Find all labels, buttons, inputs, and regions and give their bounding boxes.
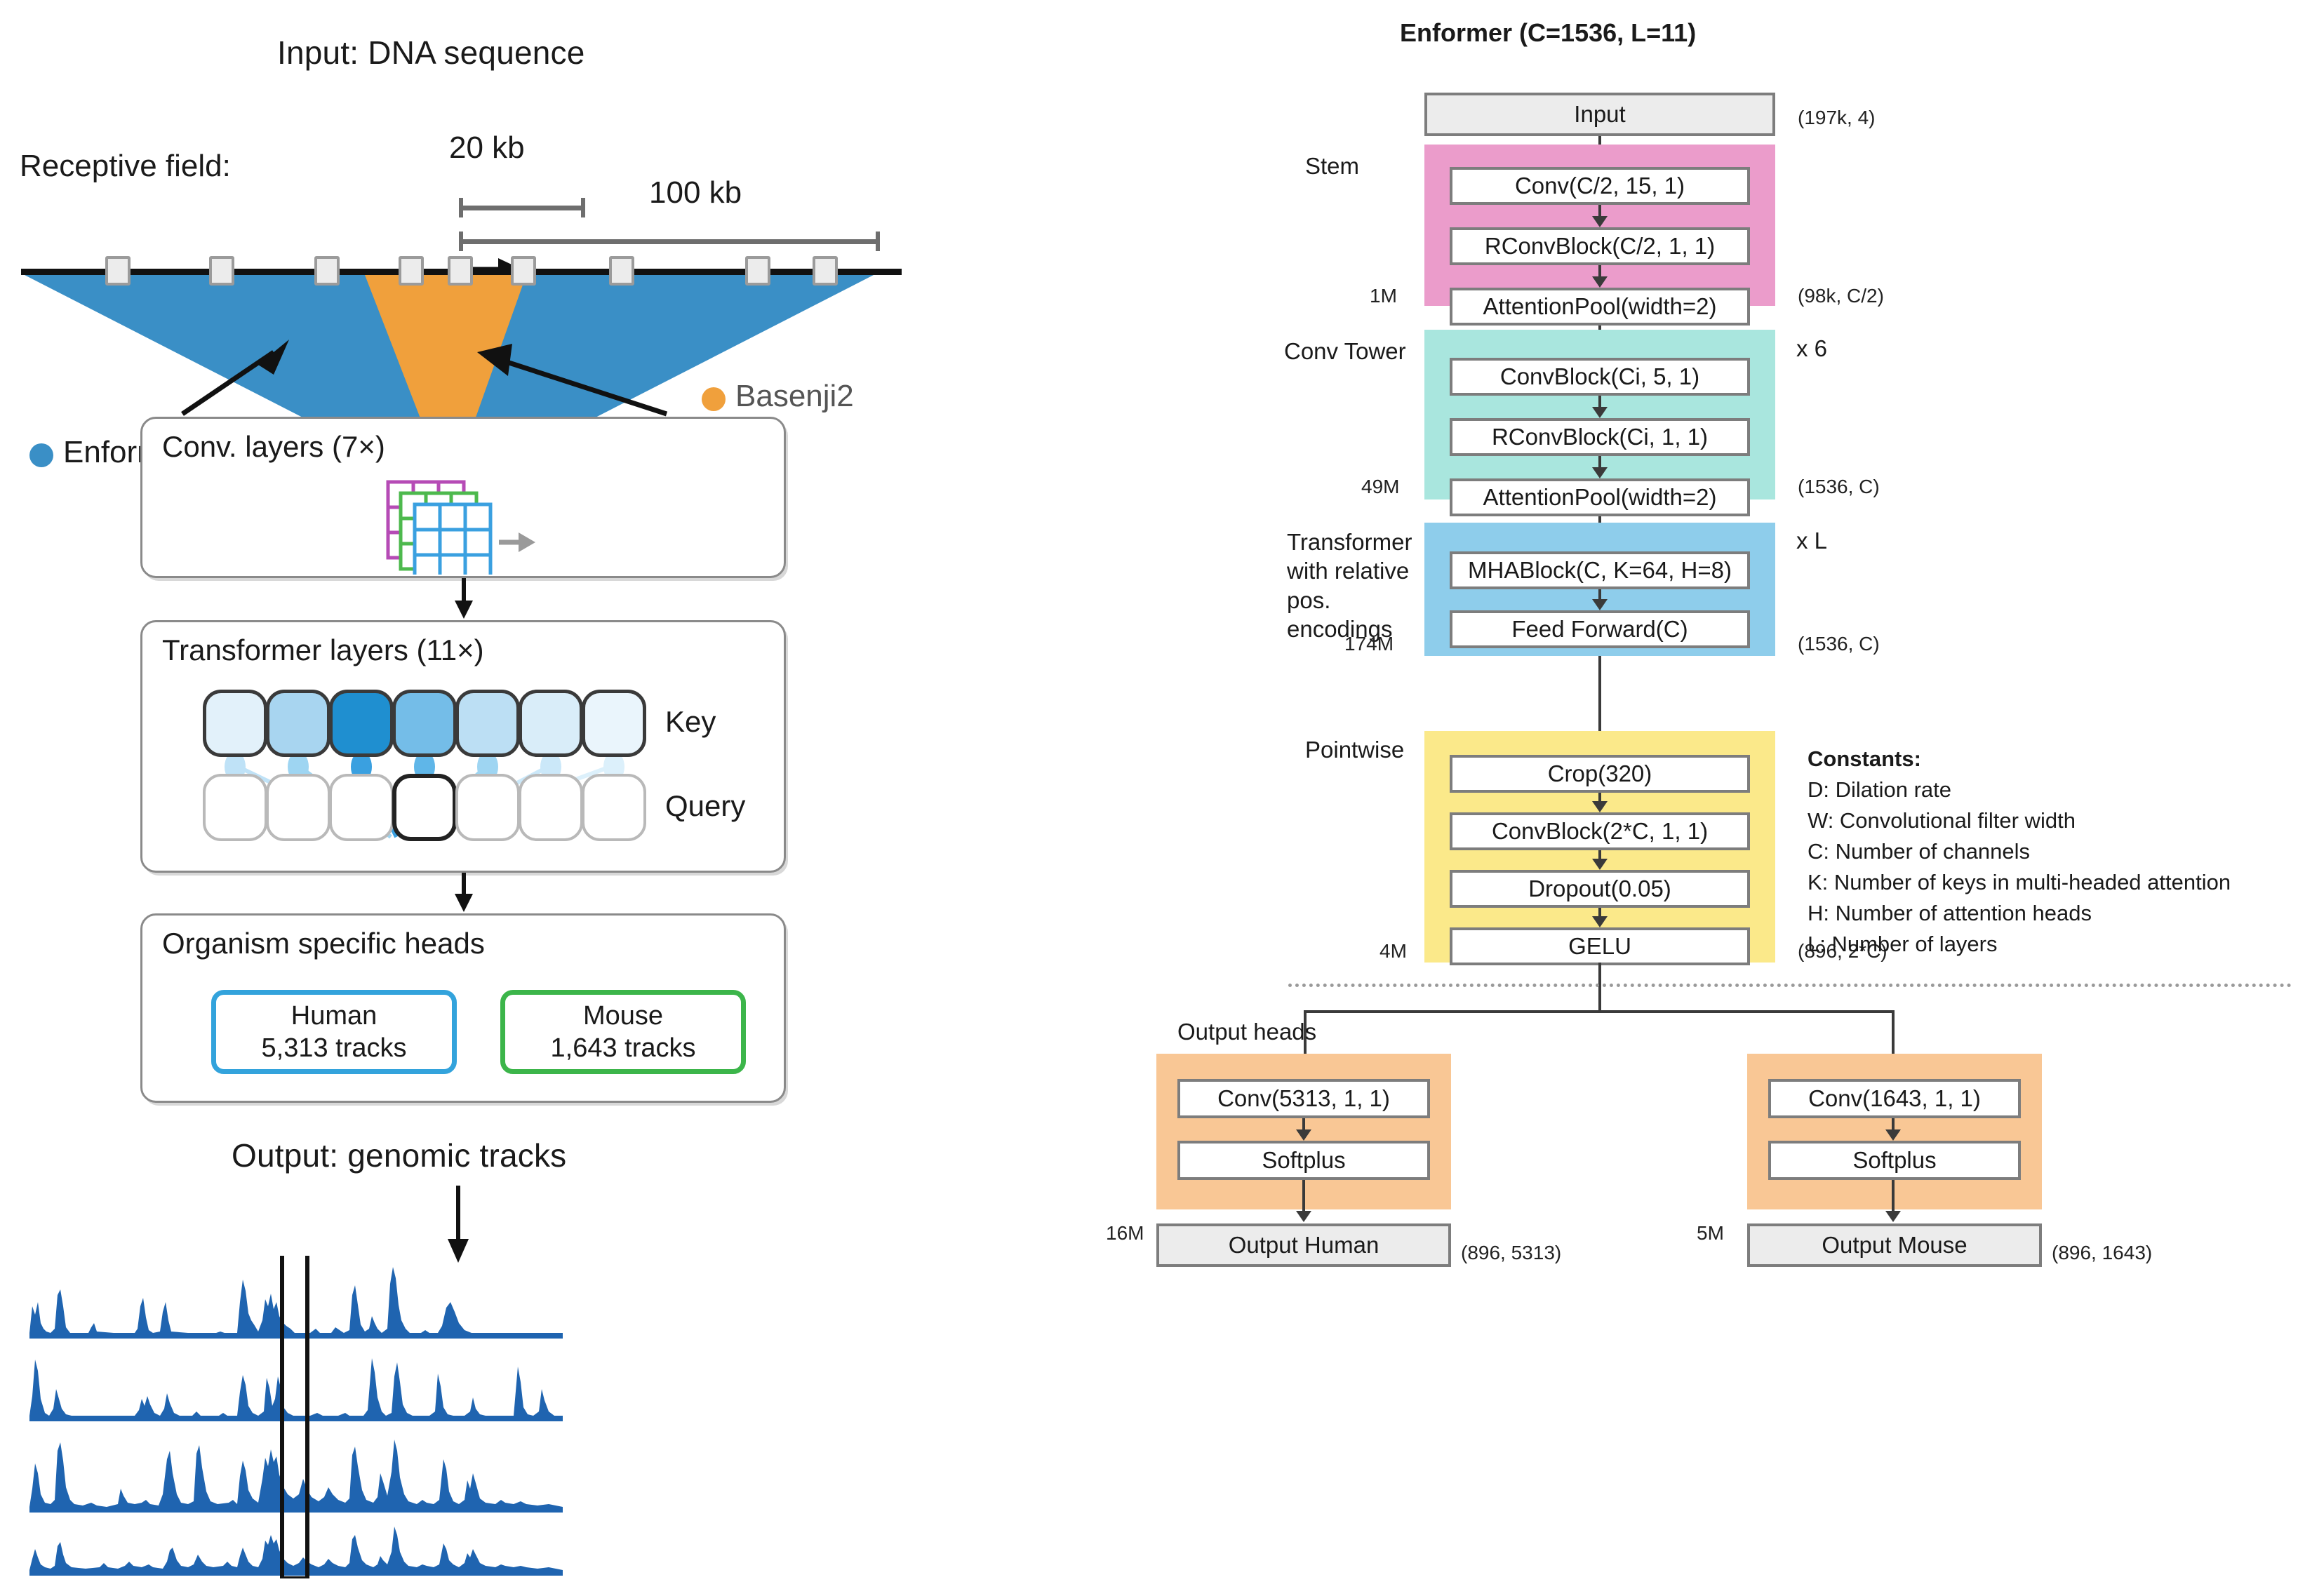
section-divider xyxy=(1288,984,2292,987)
split-bar xyxy=(1304,1010,1893,1013)
scale-20kb-label: 20 kb xyxy=(449,130,525,165)
human-head-name: Human xyxy=(290,1000,378,1031)
enformer-dot-icon xyxy=(29,443,53,467)
constants-title: Constants: xyxy=(1808,746,1921,771)
arrow-head-mh-1-out xyxy=(1885,1211,1901,1222)
pointwise-group-label: Pointwise xyxy=(1305,737,1405,763)
stem-params: 1M xyxy=(1370,285,1397,307)
pointwise-node-1: ConvBlock(2*C, 1, 1) xyxy=(1450,812,1750,850)
mouse-head-node-0: Conv(1643, 1, 1) xyxy=(1768,1079,2021,1118)
arrow-head-stem-1-2 xyxy=(1592,276,1608,288)
right-panel: Enformer (C=1536, L=11) Input (197k, 4) … xyxy=(1095,0,2305,1596)
arrow-head-mh-0-1 xyxy=(1885,1129,1901,1141)
arrow-head-hh-1-out xyxy=(1296,1211,1311,1222)
legend-basenji2-label: Basenji2 xyxy=(735,379,854,413)
mouse-output-shape: (896, 1643) xyxy=(2052,1242,2153,1263)
constants-item-5: L: Number of layers xyxy=(1808,932,1998,957)
arrow-head-tr-0-1 xyxy=(1592,599,1608,610)
transformer-layers-card: Transformer layers (11×) Key Query xyxy=(140,620,786,873)
conv-tower-repeat: x 6 xyxy=(1796,335,1828,361)
gene-markers xyxy=(0,256,926,288)
human-head-pill: Human 5,313 tracks xyxy=(211,990,457,1074)
arrow-head-ct-1-2 xyxy=(1592,467,1608,478)
arrow-head-ct-0-1 xyxy=(1592,407,1608,418)
constants-item-1: W: Convolutional filter width xyxy=(1808,808,2076,833)
arrow-transformer-to-heads xyxy=(455,873,473,912)
mouse-head-params: 5M xyxy=(1697,1222,1724,1244)
organism-heads-title: Organism specific heads xyxy=(162,927,485,960)
scale-100kb-bar xyxy=(459,232,880,251)
transformer-node-1: Feed Forward(C) xyxy=(1450,610,1750,648)
left-panel: Input: DNA sequence Receptive field: 20 … xyxy=(0,0,1095,1596)
scale-100kb-label: 100 kb xyxy=(649,175,742,210)
transformer-repeat: x L xyxy=(1796,528,1828,554)
arrow-conv-to-transformer xyxy=(455,578,473,619)
conv-tower-group-label: Conv Tower xyxy=(1284,338,1406,364)
basenji2-dot-icon xyxy=(702,387,726,411)
genomic-tracks-plot xyxy=(29,1256,563,1578)
human-head-params: 16M xyxy=(1106,1222,1144,1244)
stem-node-2: AttentionPool(width=2) xyxy=(1450,288,1750,326)
arrow-head-hh-0-1 xyxy=(1296,1129,1311,1141)
mouse-head-tracks: 1,643 tracks xyxy=(550,1033,696,1063)
constants-item-3: K: Number of keys in multi-headed attent… xyxy=(1808,870,2231,895)
pointwise-node-2: Dropout(0.05) xyxy=(1450,870,1750,908)
pointwise-params: 4M xyxy=(1379,940,1407,962)
arrow-head-pw-2-3 xyxy=(1592,916,1608,927)
receptive-field-label: Receptive field: xyxy=(20,149,231,183)
stem-group-label: Stem xyxy=(1305,153,1360,179)
conv-tower-node-0: ConvBlock(Ci, 5, 1) xyxy=(1450,358,1750,396)
transformer-node-0: MHABlock(C, K=64, H=8) xyxy=(1450,551,1750,589)
arrow-head-pw-1-2 xyxy=(1592,859,1608,870)
pointwise-node-0: Crop(320) xyxy=(1450,755,1750,793)
mouse-head-node-1: Softplus xyxy=(1768,1141,2021,1180)
mouse-head-pill: Mouse 1,643 tracks xyxy=(500,990,746,1074)
human-output-shape: (896, 5313) xyxy=(1461,1242,1562,1263)
constants-item-4: H: Number of attention heads xyxy=(1808,901,2092,926)
query-label: Query xyxy=(665,789,746,822)
enformer-pointer-arrow xyxy=(181,340,289,416)
input-shape: (197k, 4) xyxy=(1798,107,1876,128)
transformer-params: 174M xyxy=(1344,633,1394,655)
output-heads-label: Output heads xyxy=(1177,1019,1317,1045)
human-head-node-1: Softplus xyxy=(1177,1141,1430,1180)
conv-tower-shape: (1536, C) xyxy=(1798,476,1880,497)
transformer-layers-title: Transformer layers (11×) xyxy=(162,633,484,666)
arrow-head-stem-0-1 xyxy=(1592,216,1608,227)
human-head-node-0: Conv(5313, 1, 1) xyxy=(1177,1079,1430,1118)
output-title: Output: genomic tracks xyxy=(232,1137,567,1174)
human-head-tracks: 5,313 tracks xyxy=(261,1033,407,1063)
transformer-shape: (1536, C) xyxy=(1798,633,1880,655)
arrow-pointwise-split xyxy=(1598,963,1601,1013)
stem-shape: (98k, C/2) xyxy=(1798,285,1884,307)
arrow-head-pw-0-1 xyxy=(1592,801,1608,812)
constants-item-0: D: Dilation rate xyxy=(1808,777,1952,803)
stem-node-0: Conv(C/2, 15, 1) xyxy=(1450,167,1750,205)
pointwise-node-3: GELU xyxy=(1450,927,1750,965)
scale-20kb-bar xyxy=(459,198,585,217)
conv-layers-title: Conv. layers (7×) xyxy=(162,430,385,463)
conv-tower-node-1: RConvBlock(Ci, 1, 1) xyxy=(1450,418,1750,456)
human-output-node: Output Human xyxy=(1156,1223,1451,1267)
constants-legend: Constants: D: Dilation rate W: Convoluti… xyxy=(1808,744,2231,960)
transformer-group-label: Transformer with relative pos. encodings xyxy=(1287,529,1412,642)
input-title: Input: DNA sequence xyxy=(277,34,585,71)
stem-node-1: RConvBlock(C/2, 1, 1) xyxy=(1450,227,1750,265)
mouse-output-node: Output Mouse xyxy=(1747,1223,2042,1267)
architecture-title: Enformer (C=1536, L=11) xyxy=(1400,18,1697,47)
arrow-to-tracks xyxy=(448,1186,469,1263)
constants-item-2: C: Number of channels xyxy=(1808,839,2031,864)
input-node: Input xyxy=(1424,93,1775,136)
mouse-head-name: Mouse xyxy=(582,1000,664,1031)
conv-layers-card: Conv. layers (7×) xyxy=(140,417,786,578)
organism-heads-card: Organism specific heads Human 5,313 trac… xyxy=(140,913,786,1103)
conv-kernel-stack-icon xyxy=(386,480,535,575)
conv-tower-params: 49M xyxy=(1361,476,1400,497)
conv-tower-node-2: AttentionPool(width=2) xyxy=(1450,478,1750,516)
key-label: Key xyxy=(665,705,716,738)
legend-basenji2: Basenji2 xyxy=(702,379,996,421)
